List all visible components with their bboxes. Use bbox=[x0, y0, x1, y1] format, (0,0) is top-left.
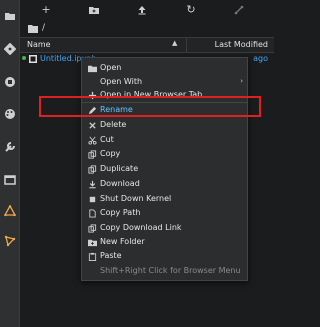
menu-hint: Shift+Right Click for Browser Menu bbox=[100, 266, 241, 275]
menu-item-paste[interactable]: Paste bbox=[82, 249, 247, 263]
folder-plus-icon bbox=[89, 7, 99, 14]
folder-icon bbox=[87, 63, 97, 73]
upload-button[interactable] bbox=[135, 3, 149, 17]
context-menu: Open Open With › Open in New Browser Tab… bbox=[81, 57, 248, 281]
chevron-right-icon: › bbox=[240, 77, 243, 85]
file-icon bbox=[87, 208, 97, 218]
menu-item-copy-path[interactable]: Copy Path bbox=[82, 206, 247, 220]
column-divider[interactable] bbox=[186, 38, 187, 52]
breadcrumb-path[interactable]: / bbox=[42, 23, 45, 33]
copy-icon bbox=[87, 223, 97, 233]
close-icon bbox=[87, 120, 97, 130]
new-launcher-button[interactable]: + bbox=[39, 3, 53, 17]
copy-icon bbox=[87, 164, 97, 174]
notebook-icon bbox=[29, 55, 37, 63]
plus-icon: + bbox=[41, 3, 51, 16]
menu-item-shut-down-kernel[interactable]: Shut Down Kernel bbox=[82, 192, 247, 206]
menu-item-delete[interactable]: Delete bbox=[82, 118, 247, 132]
rename-highlight-box bbox=[39, 96, 261, 117]
running-kernels-icon[interactable] bbox=[3, 75, 16, 88]
folder-plus-icon bbox=[87, 237, 97, 247]
paste-icon bbox=[87, 251, 97, 261]
menu-item-duplicate[interactable]: Duplicate bbox=[82, 162, 247, 176]
activity-bar bbox=[0, 0, 20, 327]
file-browser-toolbar: + ↻ bbox=[20, 0, 274, 20]
git-icon[interactable] bbox=[3, 42, 16, 55]
menu-item-open-with[interactable]: Open With › bbox=[82, 75, 247, 89]
menu-item-copy-download-link[interactable]: Copy Download Link bbox=[82, 221, 247, 235]
menu-item-copy[interactable]: Copy bbox=[82, 147, 247, 161]
last-modified-column-header[interactable]: Last Modified bbox=[215, 40, 268, 49]
menu-item-open[interactable]: Open bbox=[82, 61, 247, 75]
download-icon bbox=[87, 179, 97, 189]
file-list-header: Name ▲ Last Modified bbox=[20, 37, 274, 53]
menu-item-cut[interactable]: Cut bbox=[82, 133, 247, 147]
pipeline-icon[interactable] bbox=[3, 234, 16, 247]
wrench-icon[interactable] bbox=[3, 140, 16, 153]
menu-item-new-folder[interactable]: New Folder bbox=[82, 235, 247, 249]
menu-item-download[interactable]: Download bbox=[82, 177, 247, 191]
palette-icon[interactable] bbox=[3, 107, 16, 120]
tabs-icon[interactable] bbox=[3, 173, 16, 186]
folder-icon[interactable] bbox=[3, 9, 16, 22]
git-clone-icon bbox=[234, 5, 244, 15]
extension-icon[interactable] bbox=[3, 204, 16, 217]
file-modified: ago bbox=[253, 54, 268, 63]
new-folder-button[interactable] bbox=[87, 3, 101, 17]
upload-icon bbox=[138, 6, 146, 15]
scissors-icon bbox=[87, 135, 97, 145]
copy-icon bbox=[87, 149, 97, 159]
running-indicator bbox=[22, 56, 26, 60]
refresh-icon: ↻ bbox=[186, 3, 196, 16]
stop-icon bbox=[87, 194, 97, 204]
breadcrumb: / bbox=[28, 20, 45, 36]
refresh-button[interactable]: ↻ bbox=[184, 3, 198, 17]
name-column-header[interactable]: Name bbox=[27, 40, 51, 49]
sort-caret-icon[interactable]: ▲ bbox=[172, 39, 177, 47]
git-clone-button[interactable] bbox=[232, 3, 246, 17]
folder-icon[interactable] bbox=[28, 24, 38, 33]
